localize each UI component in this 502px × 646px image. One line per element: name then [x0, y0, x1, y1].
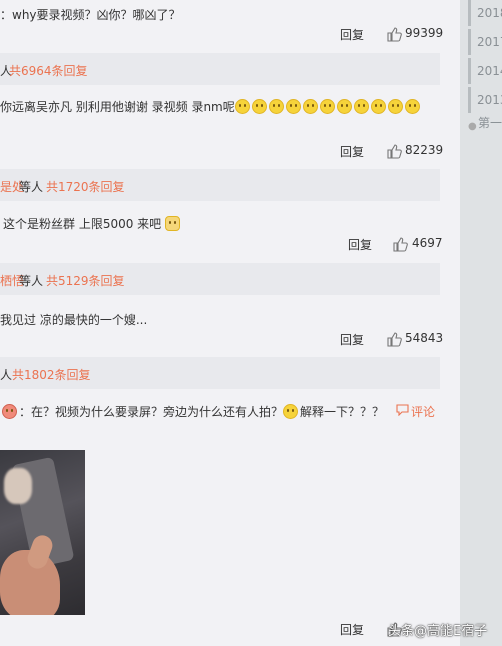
thumbs-up-icon[interactable]	[392, 236, 408, 252]
thumbs-up-icon[interactable]	[386, 143, 402, 159]
reply-names-suffix: 等人	[19, 274, 44, 288]
reply-thread-bar[interactable]: 是处 等人 共1720条回复	[0, 169, 440, 201]
comment-feed: ：why要录视频？凶你？哪凶了？ 回复 99399 人 共6964条回复 你远离…	[0, 0, 460, 646]
watermark: 头条@高能E宿子	[388, 624, 488, 639]
reply-count-link[interactable]: 共1720条回复	[46, 178, 125, 195]
reply-names-suffix: 等人	[19, 180, 44, 194]
like-count: 82239	[405, 143, 444, 157]
comment-text: ：why要录视频？凶你？哪凶了？	[0, 8, 181, 22]
comment-text: 你远离吴亦凡 别利用他谢谢 录视频 录nm呢	[0, 100, 235, 114]
reply-button[interactable]: 回复	[340, 143, 364, 160]
reply-thread-bar[interactable]: 栖悟 等人 共5129条回复	[0, 263, 440, 295]
reply-count-link[interactable]: 共5129条回复	[46, 272, 125, 289]
comment-text: 这个是粉丝群 上限5000 来吧	[3, 217, 162, 231]
like-count: 4697	[412, 236, 443, 250]
reply-button[interactable]: 回复	[348, 236, 372, 253]
comment-text-row: 这个是粉丝群 上限5000 来吧	[3, 215, 182, 232]
reply-button[interactable]: 回复	[340, 331, 364, 348]
smile-emoji-icon	[336, 99, 352, 114]
year-timeline: 2018 2017 2014 2013 ● 第一	[460, 0, 502, 646]
comment-text: ：在？视频为什么要录屏？旁边为什么还有人拍？	[19, 405, 284, 419]
thumbs-up-icon[interactable]	[386, 331, 402, 347]
comment-text: 我见过 凉的最快的一个嫂...	[0, 313, 148, 327]
thumbs-up-icon[interactable]	[386, 26, 402, 42]
comment-text-row: 你远离吴亦凡 别利用他谢谢 录视频 录nm呢	[0, 98, 422, 115]
emoji-row	[234, 99, 422, 114]
smile-emoji-icon	[251, 99, 267, 114]
comment-button[interactable]: 评论	[411, 403, 435, 420]
reply-count-link[interactable]: 共1802条回复	[12, 366, 91, 383]
comment-actions: 回复 4697	[348, 236, 443, 254]
timeline-year-2014[interactable]: 2014	[468, 58, 502, 84]
smile-emoji-icon	[404, 99, 420, 114]
timeline-year-2013[interactable]: 2013	[468, 87, 502, 113]
comment-action[interactable]: 评论	[396, 403, 440, 421]
comment-actions: 回复 54843	[340, 331, 444, 349]
timeline-year-2017[interactable]: 2017	[468, 29, 502, 55]
smile-emoji-icon	[302, 99, 318, 114]
comment-image[interactable]	[0, 450, 85, 615]
reply-thread-bar[interactable]: 人 共6964条回复	[0, 53, 440, 85]
smile-emoji-icon	[387, 99, 403, 114]
reply-button[interactable]: 回复	[340, 26, 364, 43]
comment-text-row: ：在？视频为什么要录屏？旁边为什么还有人拍？ 解释一下？？？	[2, 403, 384, 420]
reply-thread-bar[interactable]: 人 共1802条回复	[0, 357, 440, 389]
timeline-year-2018[interactable]: 2018	[468, 0, 502, 26]
comment-icon	[396, 404, 409, 416]
timeline-dot-icon: ●	[468, 121, 477, 132]
reply-count-link[interactable]: 共6964条回复	[9, 62, 88, 79]
comment-actions: 回复 82239	[340, 143, 444, 161]
reply-button[interactable]: 回复	[340, 621, 364, 638]
timeline-first-link[interactable]: 第一	[478, 114, 502, 131]
like-count: 99399	[405, 26, 444, 40]
smile-emoji-icon	[268, 99, 284, 114]
smile-emoji-icon	[234, 99, 250, 114]
comment-actions: 回复 99399	[340, 26, 444, 44]
heart-eyes-emoji-icon	[2, 404, 17, 419]
thinking-emoji-icon	[283, 404, 299, 419]
comment-text-continued: 解释一下？？？	[300, 405, 385, 419]
smile-emoji-icon	[285, 99, 301, 114]
like-count: 54843	[405, 331, 444, 345]
smile-emoji-icon	[353, 99, 369, 114]
smile-emoji-icon	[319, 99, 335, 114]
doge-emoji-icon	[165, 216, 180, 231]
reply-names: 人	[0, 368, 13, 382]
smile-emoji-icon	[370, 99, 386, 114]
